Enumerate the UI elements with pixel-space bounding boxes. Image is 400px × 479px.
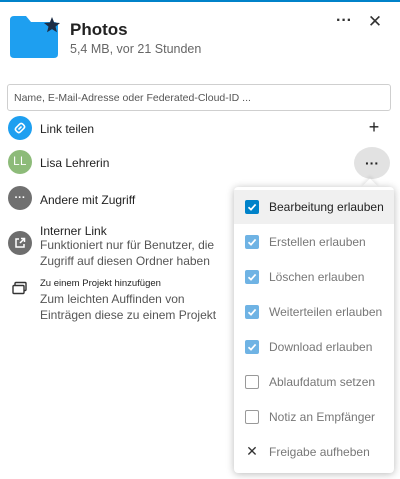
add-to-project-label[interactable]: Zu einem Projekt hinzufügen [40, 278, 161, 289]
link-icon [14, 122, 26, 134]
share-user-name: Lisa Lehrerin [40, 156, 110, 170]
menu-item-label: Ablaufdatum setzen [269, 375, 376, 389]
menu-item-label: Löschen erlauben [269, 270, 365, 284]
avatar: LL [8, 150, 32, 174]
project-icon [12, 281, 27, 295]
top-accent-line [0, 0, 400, 2]
menu-item-set-expiration[interactable]: Ablaufdatum setzen [234, 365, 394, 399]
menu-item-allow-create[interactable]: Erstellen erlauben [234, 225, 394, 259]
add-to-project-description: Zum leichten Auffinden von Einträgen die… [40, 292, 217, 322]
menu-item-label: Bearbeitung erlauben [269, 200, 384, 214]
close-button[interactable]: ✕ [365, 12, 385, 32]
checkbox-checked[interactable] [245, 200, 259, 214]
menu-item-unshare[interactable]: ✕ Freigabe aufheben [234, 435, 394, 469]
internal-link-description: Funktioniert nur für Benutzer, die Zugri… [40, 238, 215, 268]
checkbox-checked[interactable] [245, 305, 259, 319]
menu-item-allow-download[interactable]: Download erlauben [234, 330, 394, 364]
others-access-label[interactable]: Andere mit Zugriff [40, 193, 135, 207]
menu-item-allow-delete[interactable]: Löschen erlauben [234, 260, 394, 294]
checkbox-checked[interactable] [245, 235, 259, 249]
share-link-row-icon[interactable] [8, 116, 32, 140]
share-permissions-menu: Bearbeitung erlauben Erstellen erlauben … [234, 187, 394, 473]
folder-icon [10, 16, 60, 58]
external-link-icon [15, 237, 26, 248]
checkbox-checked[interactable] [245, 270, 259, 284]
share-link-label[interactable]: Link teilen [40, 122, 94, 136]
menu-item-allow-reshare[interactable]: Weiterteilen erlauben [234, 295, 394, 329]
menu-item-label: Download erlauben [269, 340, 373, 354]
others-access-icon[interactable]: ··· [8, 186, 32, 210]
menu-item-allow-edit[interactable]: Bearbeitung erlauben [234, 190, 394, 224]
file-meta: 5,4 MB, vor 21 Stunden [70, 42, 202, 56]
checkbox-checked[interactable] [245, 340, 259, 354]
menu-item-label: Weiterteilen erlauben [269, 305, 383, 319]
menu-item-label: Freigabe aufheben [269, 445, 370, 459]
share-user-more-button[interactable]: ··· [354, 147, 390, 179]
share-search-input[interactable] [7, 84, 391, 111]
checkbox-unchecked[interactable] [245, 375, 259, 389]
add-share-link-button[interactable]: + [365, 118, 383, 136]
internal-link-row-icon[interactable] [8, 231, 32, 255]
menu-item-note-to-recipient[interactable]: Notiz an Empfänger [234, 400, 394, 434]
checkbox-unchecked[interactable] [245, 410, 259, 424]
more-options-button[interactable]: ··· [334, 12, 354, 32]
internal-link-label[interactable]: Interner Link [40, 224, 107, 238]
close-icon: ✕ [246, 443, 258, 459]
file-title: Photos [70, 20, 128, 39]
menu-item-label: Erstellen erlauben [269, 235, 366, 249]
project-row-icon[interactable] [8, 276, 32, 300]
menu-item-label: Notiz an Empfänger [269, 410, 376, 424]
